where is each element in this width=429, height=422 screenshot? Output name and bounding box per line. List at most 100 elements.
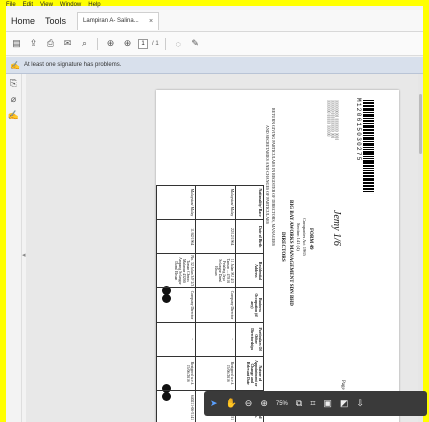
barcode-bar (363, 159, 374, 163)
barcode-bar (363, 171, 374, 174)
download-icon[interactable]: ⇩ (356, 398, 364, 409)
barcode-bar (363, 130, 374, 132)
signature-warning-bar: ✍ At least one signature has problems. (6, 57, 423, 74)
hand-tool-icon[interactable]: ✋ (226, 398, 237, 409)
pen-icon[interactable]: ✎ (189, 37, 202, 50)
rotated-form-content: FORM 49 Companies Act 1965 Section 141 (… (156, 90, 399, 422)
tab-bar: Home Tools Lampiran A- Salina... × (6, 10, 423, 32)
barcode-bar (363, 111, 374, 113)
barcode-bar (363, 176, 374, 178)
barcode-bar (363, 178, 374, 182)
column-header: Date of Birth (235, 219, 264, 254)
table-cell: Company Director (156, 287, 196, 323)
page-view-icon[interactable]: ⌗ (310, 398, 315, 409)
table-row: Malaysian/ Malay 11/02/1964 No. 32 Jalan… (156, 185, 196, 422)
act-line: Companies Act 1965 (302, 218, 307, 256)
column-header: Nature of Appointment or Change and Rele… (235, 356, 264, 391)
menu-file[interactable]: File (6, 0, 16, 10)
fit-page-icon[interactable]: ⧉ (296, 398, 302, 409)
return-title-2: AND SECRETARIES AND CHANGES OF PARTICULA… (265, 125, 270, 224)
table-cell: - (156, 322, 196, 357)
table-cell: Resigned w.e.f. 15/06/2016 (156, 356, 196, 391)
zoom-out-icon[interactable]: ⊖ (245, 398, 253, 409)
table-cell: 11 Jalan SU 4/3 Taman ... 47810 Petaling… (196, 253, 236, 288)
table-cell: No. 32 Jalan 3/F 2/3 Taman Cheras Makmur… (156, 253, 196, 288)
left-rail: ⎘ ⌀ ✍ (6, 74, 22, 422)
registration-stamp: ▯▯▯▯▯▯▯▯▯ ▯▯▯▯▯▯▯ ▯▯▯▯ ▯▯▯▯▯▯ ▯▯▯▯▯▯▯▯▯▯… (327, 100, 339, 141)
table-cell: Malaysian/ Malay (156, 185, 196, 220)
zoom-in-icon[interactable]: ⊕ (260, 398, 268, 409)
floating-zoom-toolbar: ➤ ✋ ⊖ ⊕ 75% ⧉ ⌗ ▣ ◩ ⇩ (204, 391, 427, 416)
select-cursor-icon[interactable]: ➤ (210, 398, 218, 409)
handwritten-initials: Jemy 1/6 (331, 210, 342, 246)
tools-tab[interactable]: Tools (40, 10, 71, 32)
table-cell: 640211-06-5141 (156, 390, 196, 422)
table-cell: 11/02/1964 (156, 219, 196, 254)
print-icon[interactable]: ⎙ (44, 37, 57, 50)
section-line: Section 141 (4) (296, 223, 301, 251)
table-cell: - (196, 322, 236, 357)
document-tab-label: Lampiran A- Salina... (83, 18, 139, 24)
barcode-bar (363, 134, 374, 136)
barcode-bar (363, 167, 374, 169)
toolbar-divider (97, 37, 98, 50)
close-tab-icon[interactable]: × (149, 18, 153, 25)
barcode-bar (363, 148, 374, 150)
upload-icon[interactable]: ⇪ (27, 37, 40, 50)
directors-heading: DIRECTORS (280, 232, 285, 262)
barcode-bar (363, 139, 374, 141)
scrolling-mode-icon[interactable]: ▣ (323, 398, 332, 409)
document-tab[interactable]: Lampiran A- Salina... × (77, 11, 160, 30)
barcode-bar (363, 119, 374, 122)
company-name: BIG BAY AWORKS MANAGEMENT SDN BHD (288, 200, 293, 306)
comment-icon[interactable]: ◌ (172, 37, 185, 50)
barcode-bar (363, 116, 374, 118)
barcode (363, 100, 374, 193)
email-icon[interactable]: ✉ (61, 37, 74, 50)
menu-help[interactable]: Help (88, 0, 100, 10)
barcode-bar (363, 181, 374, 184)
vertical-scrollbar[interactable] (418, 74, 423, 422)
signature-panel-icon[interactable]: ✍ (8, 110, 19, 121)
barcode-bar (363, 153, 374, 156)
next-page-icon[interactable]: ⊕ (121, 37, 134, 50)
table-cell: Company Director (196, 287, 236, 323)
toolbar-divider (164, 37, 166, 50)
page-thumbnails-icon[interactable]: ⎘ (10, 78, 17, 89)
form-title: FORM 49 (308, 228, 313, 250)
scrollbar-thumb[interactable] (419, 94, 422, 154)
search-icon[interactable]: ⌕ (78, 37, 91, 50)
signature-warning-text: At least one signature has problems. (23, 62, 122, 68)
menu-window[interactable]: Window (60, 0, 81, 10)
page-number-input[interactable]: 1 (138, 38, 148, 49)
create-pdf-icon[interactable]: ▤ (10, 37, 23, 50)
column-header: Nationality/ Race (235, 185, 264, 220)
menu-edit[interactable]: Edit (23, 0, 33, 10)
barcode-number: M120615030275 (355, 98, 362, 162)
barcode-bar (363, 124, 374, 128)
barcode-bar (363, 157, 374, 159)
barcode-bar (363, 106, 374, 108)
barcode-bar (363, 101, 374, 104)
toolbar: ▤ ⇪ ⎙ ✉ ⌕ ⊕ ⊕ 1 / 1 ◌ ✎ (6, 32, 423, 56)
attachments-icon[interactable]: ⌀ (11, 94, 16, 105)
home-tab[interactable]: Home (6, 10, 40, 32)
page-total: / 1 (152, 40, 159, 47)
barcode-bar (363, 142, 374, 146)
barcode-bar (363, 186, 374, 188)
previous-page-icon[interactable]: ⊕ (104, 37, 117, 50)
column-header: Particulars Of Other Directorships (235, 322, 264, 357)
full-screen-icon[interactable]: ◩ (340, 398, 349, 409)
barcode-bar (363, 108, 374, 112)
zoom-level-dropdown[interactable]: 75% (276, 401, 288, 407)
table-header-row: Nationality/ Race Date of Birth Resident… (235, 185, 264, 422)
document-viewer[interactable]: FORM 49 Companies Act 1965 Section 141 (… (26, 74, 423, 422)
table-row: Malaysian/ Malay 22/12/1964 11 Jalan SU … (196, 185, 236, 422)
menu-bar: File Edit View Window Help (0, 0, 429, 10)
table-cell: Resigned w.e.f. 15/06/2016 (196, 356, 236, 391)
directors-table: Nationality/ Race Date of Birth Resident… (156, 185, 264, 422)
menu-view[interactable]: View (40, 0, 53, 10)
pdf-page: FORM 49 Companies Act 1965 Section 141 (… (156, 90, 399, 422)
table-cell: Malaysian/ Malay (196, 185, 236, 220)
barcode-bar (363, 190, 374, 192)
